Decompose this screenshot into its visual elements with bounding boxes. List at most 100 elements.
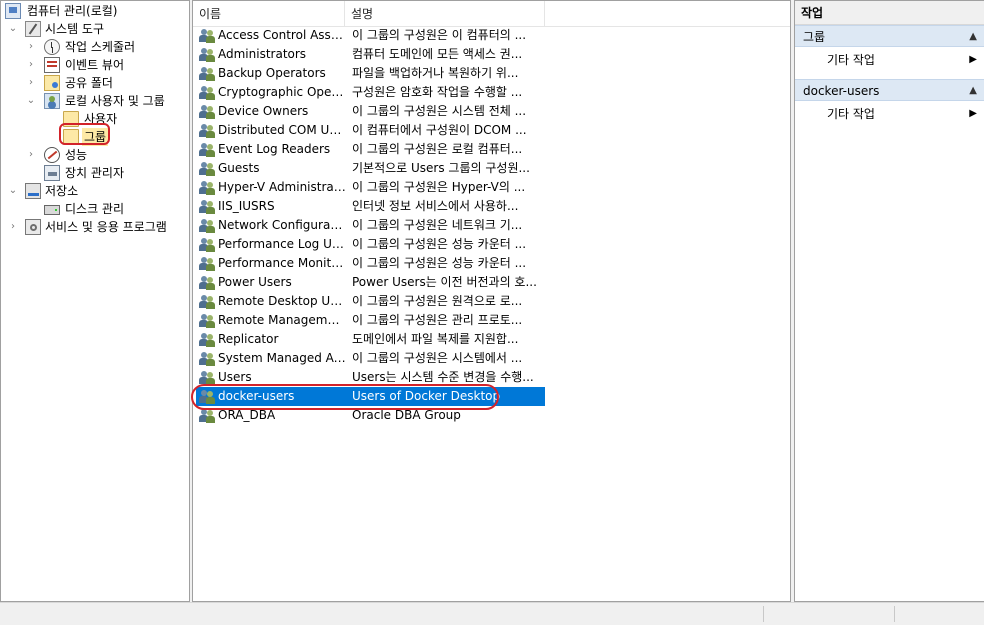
gauge-icon xyxy=(44,147,60,163)
table-row[interactable]: Administrators 컴퓨터 도메인에 모든 액세스 권... xyxy=(196,45,545,64)
table-row[interactable]: Performance Monitor... 이 그룹의 구성원은 성능 카운터 … xyxy=(196,254,545,273)
group-description: 파일을 백업하거나 복원하기 위... xyxy=(352,66,519,80)
group-description: 기본적으로 Users 그룹의 구성원... xyxy=(352,161,530,175)
table-row[interactable]: Access Control Assist... 이 그룹의 구성원은 이 컴퓨터… xyxy=(196,26,545,45)
section-label: docker-users xyxy=(803,84,880,98)
table-row[interactable]: Users Users는 시스템 수준 변경을 수행... xyxy=(196,368,545,387)
group-name: Remote Management... xyxy=(218,313,346,327)
column-header-name[interactable]: 이름 xyxy=(193,1,345,26)
group-description: 이 그룹의 구성원은 로컬 컴퓨터... xyxy=(352,142,523,156)
disk-icon xyxy=(44,205,60,215)
chevron-right-icon[interactable]: › xyxy=(7,218,19,236)
table-row[interactable]: Event Log Readers 이 그룹의 구성원은 로컬 컴퓨터... xyxy=(196,140,545,159)
tree-label: 작업 스케줄러 xyxy=(65,40,136,54)
group-name: Device Owners xyxy=(218,104,309,118)
status-divider xyxy=(894,606,895,622)
tree-label: 사용자 xyxy=(84,112,118,126)
table-row[interactable]: Device Owners 이 그룹의 구성원은 시스템 전체 ... xyxy=(196,102,545,121)
chevron-right-icon[interactable]: › xyxy=(25,38,37,56)
table-row[interactable]: Remote Management... 이 그룹의 구성원은 관리 프로토... xyxy=(196,311,545,330)
actions-section-groups[interactable]: 그룹 ▲ xyxy=(795,25,984,47)
table-row[interactable]: Replicator 도메인에서 파일 복제를 지원합... xyxy=(196,330,545,349)
tree-label: 장치 관리자 xyxy=(65,166,125,180)
tree-item-device-manager[interactable]: 장치 관리자 xyxy=(44,164,184,182)
chevron-right-icon[interactable]: › xyxy=(25,56,37,74)
tree-item-performance[interactable]: › 성능 xyxy=(25,146,185,164)
tree-item-computer-management[interactable]: 컴퓨터 관리(로컬) xyxy=(5,2,185,20)
table-row[interactable]: Distributed COM Users 이 컴퓨터에서 구성원이 DCOM .… xyxy=(196,121,545,140)
chevron-down-icon[interactable]: ⌄ xyxy=(7,20,19,38)
tree-label: 저장소 xyxy=(45,184,79,198)
tree-item-disk-management[interactable]: 디스크 관리 xyxy=(44,200,184,218)
collapse-icon[interactable]: ▲ xyxy=(969,26,977,48)
tree-item-task-scheduler[interactable]: › 작업 스케줄러 xyxy=(25,38,185,56)
device-manager-icon xyxy=(44,165,60,181)
computer-icon xyxy=(5,3,21,19)
event-log-icon xyxy=(44,57,60,73)
tree-label: 시스템 도구 xyxy=(45,22,105,36)
group-name: Performance Log Users xyxy=(218,237,346,251)
group-name: Guests xyxy=(218,161,260,175)
table-row[interactable]: Hyper-V Administrat... 이 그룹의 구성원은 Hyper-V… xyxy=(196,178,545,197)
group-name: Distributed COM Users xyxy=(218,123,346,137)
shared-folder-icon xyxy=(44,75,60,91)
action-label: 기타 작업 xyxy=(827,107,875,121)
group-description: 이 그룹의 구성원은 네트워크 기... xyxy=(352,218,523,232)
tree-item-users[interactable]: 사용자 xyxy=(63,110,183,128)
table-row[interactable]: Power Users Power Users는 이전 버전과의 호... xyxy=(196,273,545,292)
folder-icon xyxy=(63,111,79,127)
status-divider xyxy=(763,606,764,622)
group-name: Performance Monitor... xyxy=(218,256,346,270)
actions-section-docker-users[interactable]: docker-users ▲ xyxy=(795,79,984,101)
tree-item-system-tools[interactable]: ⌄ 시스템 도구 xyxy=(7,20,187,38)
tree-item-local-users-groups[interactable]: ⌄ 로컬 사용자 및 그룹 xyxy=(25,92,187,110)
group-name: Power Users xyxy=(218,275,292,289)
group-icon xyxy=(199,275,215,290)
action-label: 기타 작업 xyxy=(827,53,875,67)
chevron-right-icon[interactable]: › xyxy=(25,74,37,92)
chevron-down-icon[interactable]: ⌄ xyxy=(7,182,19,200)
table-row[interactable]: docker-users Users of Docker Desktop xyxy=(196,387,545,406)
tree-item-groups[interactable]: 그룹 xyxy=(63,128,109,146)
table-row[interactable]: Backup Operators 파일을 백업하거나 복원하기 위... xyxy=(196,64,545,83)
tree-label: 이벤트 뷰어 xyxy=(65,58,125,72)
actions-title: 작업 xyxy=(795,1,984,25)
chevron-right-icon[interactable]: › xyxy=(25,146,37,164)
group-icon xyxy=(199,351,215,366)
list-header: 이름 설명 xyxy=(193,1,790,27)
chevron-down-icon[interactable]: ⌄ xyxy=(25,92,37,110)
tree-item-shared-folders[interactable]: › 공유 폴더 xyxy=(25,74,185,92)
action-more-actions[interactable]: 기타 작업 ▶ xyxy=(795,49,984,71)
group-name: ORA_DBA xyxy=(218,408,276,422)
tree-label: 컴퓨터 관리(로컬) xyxy=(27,4,118,18)
tree-item-storage[interactable]: ⌄ 저장소 xyxy=(7,182,187,200)
group-name: Remote Desktop Users xyxy=(218,294,346,308)
column-header-description[interactable]: 설명 xyxy=(345,1,545,26)
group-name: Replicator xyxy=(218,332,279,346)
tools-icon xyxy=(25,21,41,37)
group-icon xyxy=(199,47,215,62)
group-name: Network Configuratio... xyxy=(218,218,346,232)
table-row[interactable]: Cryptographic Operat... 구성원은 암호화 작업을 수행할 … xyxy=(196,83,545,102)
group-description: 이 그룹의 구성원은 이 컴퓨터의 ... xyxy=(352,28,527,42)
table-row[interactable]: Remote Desktop Users 이 그룹의 구성원은 원격으로 로... xyxy=(196,292,545,311)
group-icon xyxy=(199,123,215,138)
group-name: Hyper-V Administrat... xyxy=(218,180,346,194)
group-icon xyxy=(199,294,215,309)
collapse-icon[interactable]: ▲ xyxy=(969,80,977,102)
tree-item-services-apps[interactable]: › 서비스 및 응용 프로그램 xyxy=(7,218,187,236)
group-icon xyxy=(199,370,215,385)
table-row[interactable]: IIS_IUSRS 인터넷 정보 서비스에서 사용하... xyxy=(196,197,545,216)
table-row[interactable]: Performance Log Users 이 그룹의 구성원은 성능 카운터 .… xyxy=(196,235,545,254)
table-row[interactable]: Network Configuratio... 이 그룹의 구성원은 네트워크 기… xyxy=(196,216,545,235)
group-description: 이 그룹의 구성원은 관리 프로토... xyxy=(352,313,523,327)
table-row[interactable]: System Managed Acc... 이 그룹의 구성원은 시스템에서 ..… xyxy=(196,349,545,368)
group-description: Users는 시스템 수준 변경을 수행... xyxy=(352,370,534,384)
group-name: Event Log Readers xyxy=(218,142,331,156)
tree-item-event-viewer[interactable]: › 이벤트 뷰어 xyxy=(25,56,185,74)
table-row[interactable]: Guests 기본적으로 Users 그룹의 구성원... xyxy=(196,159,545,178)
action-more-actions[interactable]: 기타 작업 ▶ xyxy=(795,103,984,125)
tree-label: 성능 xyxy=(65,148,88,162)
table-row[interactable]: ORA_DBA Oracle DBA Group xyxy=(196,406,545,425)
group-description: 이 그룹의 구성원은 성능 카운터 ... xyxy=(352,237,527,251)
